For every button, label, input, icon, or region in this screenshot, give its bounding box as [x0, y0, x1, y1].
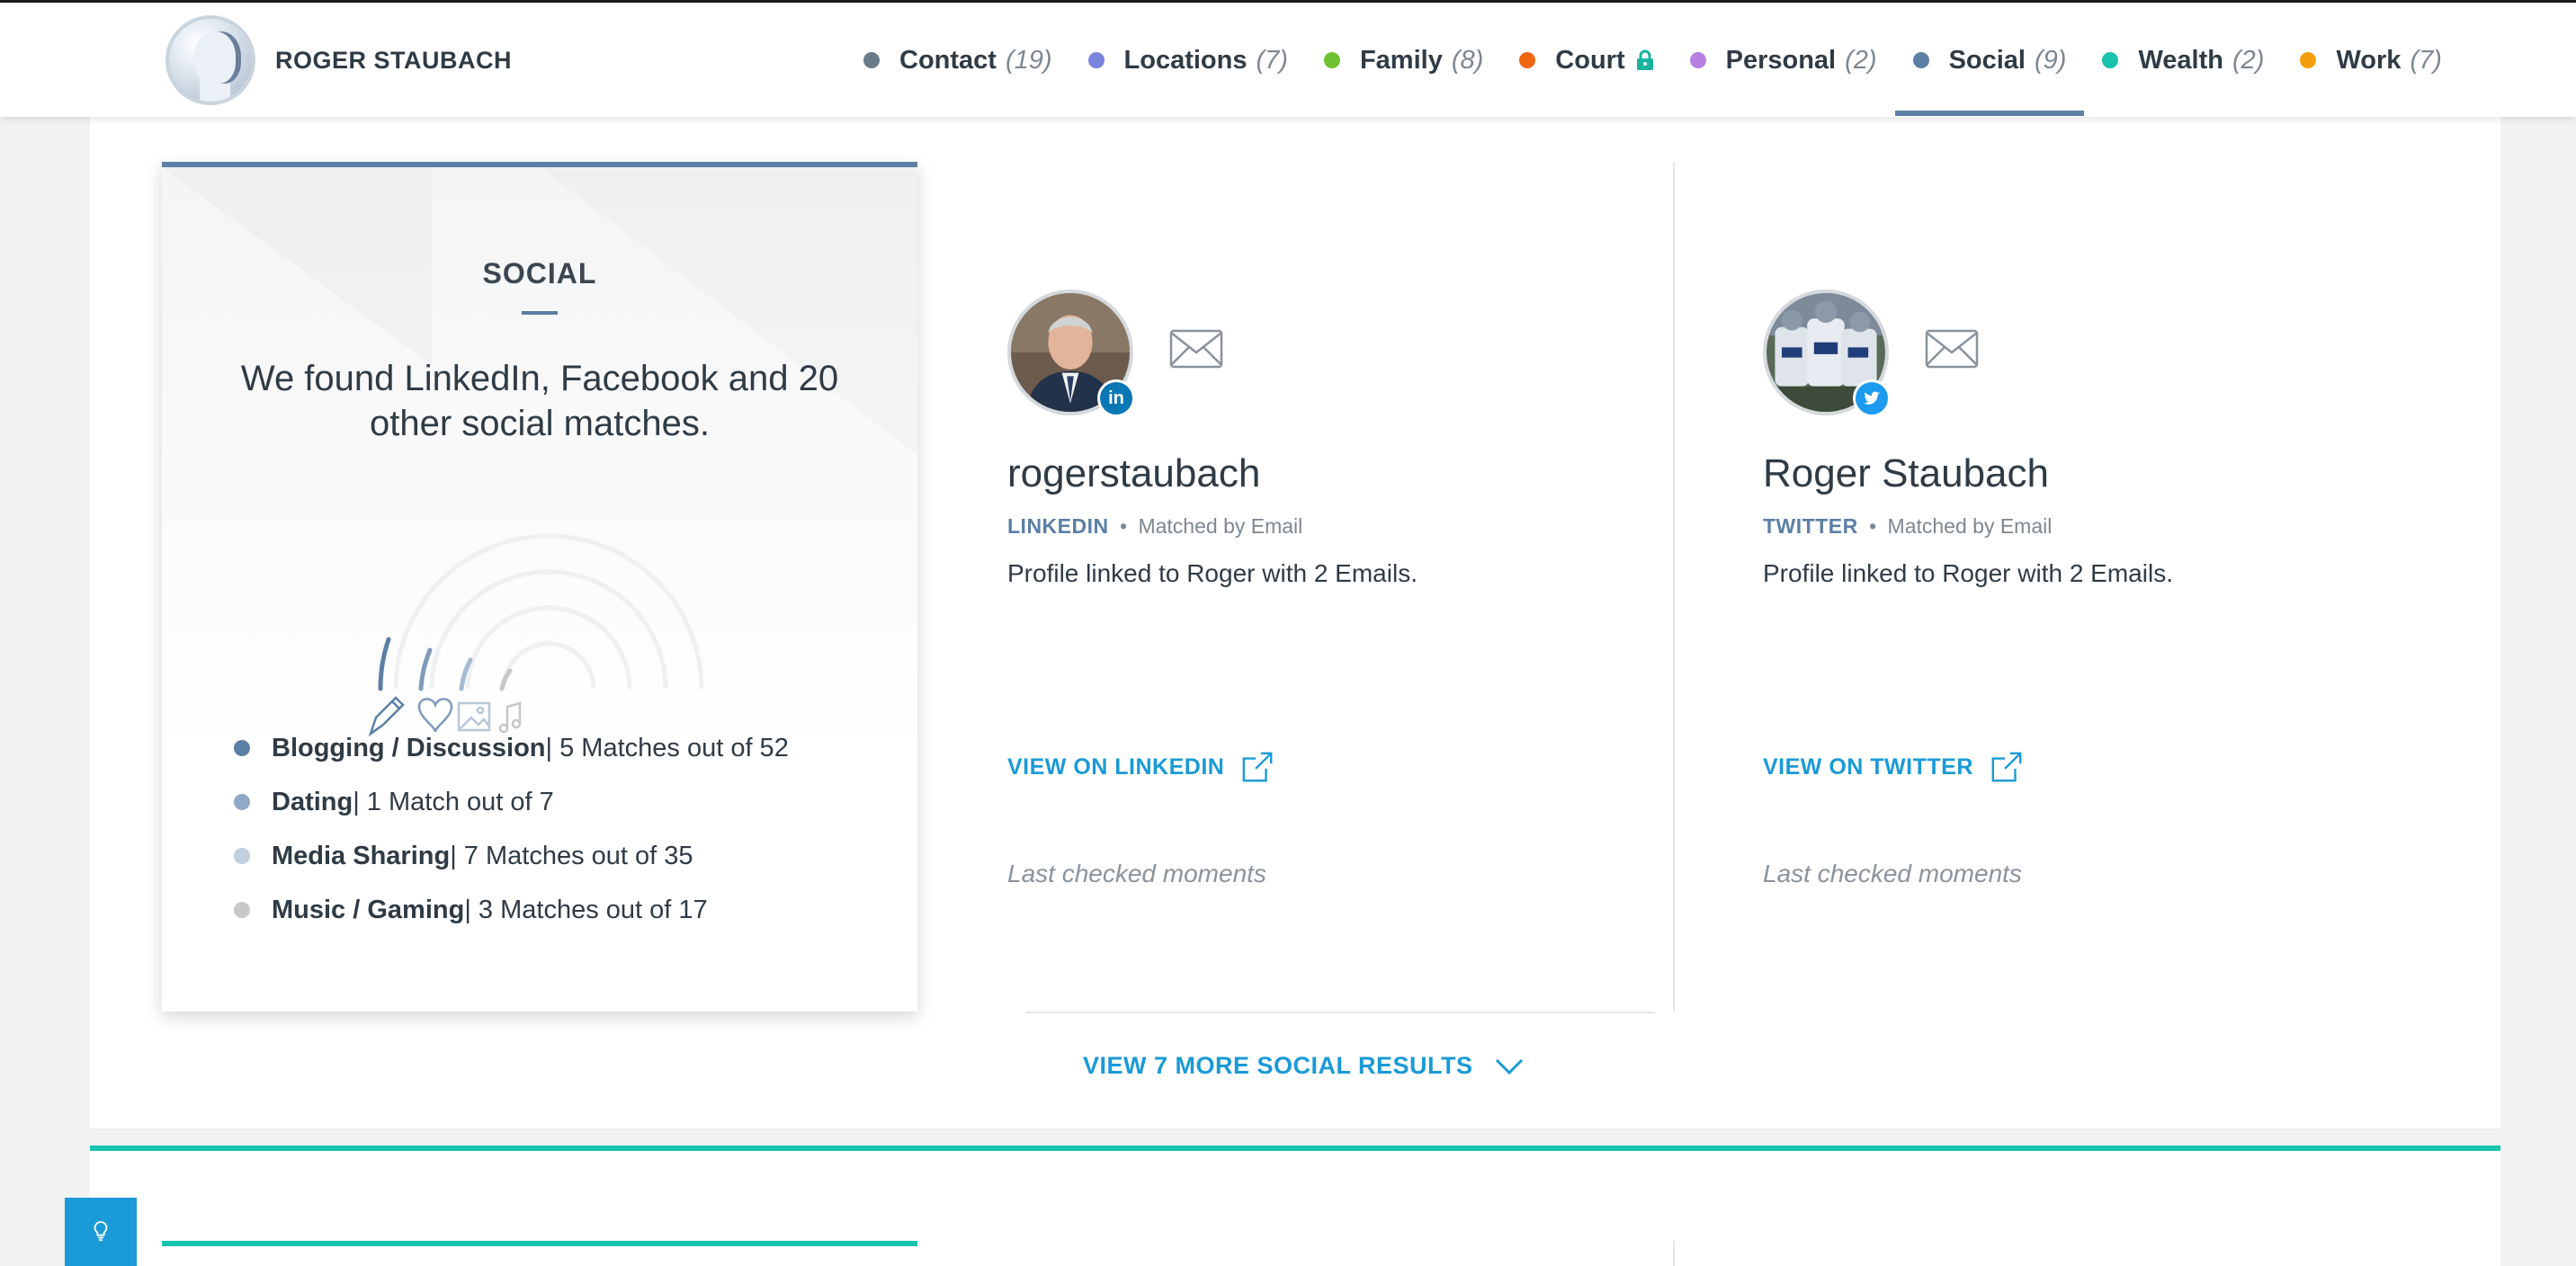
external-link-icon — [1242, 752, 1273, 782]
avatar — [165, 15, 255, 105]
personal-dot-icon — [1689, 52, 1706, 68]
nav-item-work[interactable]: Work (7) — [2282, 3, 2459, 118]
nav-label: Court — [1555, 45, 1625, 75]
linkedin-icon: in — [1097, 379, 1135, 417]
mail-icon[interactable] — [1925, 329, 1979, 369]
last-checked-text: Last checked moments — [1007, 860, 1266, 887]
lightbulb-icon — [94, 1221, 108, 1242]
profile-username: rogerstaubach — [1007, 451, 1261, 495]
title-underline — [522, 311, 558, 315]
blogging-dot-icon — [234, 740, 250, 756]
column-divider — [1673, 162, 1675, 1012]
match-type: Matched by Email — [1887, 514, 2053, 538]
music-gaming-dot-icon — [234, 902, 250, 918]
nav-label: Social — [1948, 45, 2026, 75]
profile-meta: TWITTER • Matched by Email — [1763, 514, 2052, 539]
category-legend: Blogging / Discussion | 5 Matches out of… — [234, 721, 789, 937]
last-checked-text: Last checked moments — [1763, 860, 2022, 887]
nav-count: (2) — [2232, 45, 2265, 75]
nav-count: (8) — [1451, 45, 1484, 75]
profile-username: Roger Staubach — [1763, 451, 2049, 495]
nav-count: (7) — [2410, 45, 2442, 75]
nav-count: (2) — [1845, 45, 1877, 75]
next-section — [90, 1151, 2500, 1266]
media-sharing-dot-icon — [234, 848, 250, 864]
view-more-social-results-button[interactable]: VIEW 7 MORE SOCIAL RESULTS — [1083, 1052, 1524, 1080]
category-detail: | 5 Matches out of 52 — [545, 733, 789, 762]
legend-item: Media Sharing | 7 Matches out of 35 — [234, 829, 789, 883]
profile-description: Profile linked to Roger with 2 Emails. — [1763, 559, 2173, 587]
profile-card-twitter: Roger Staubach TWITTER • Matched by Emai… — [1763, 290, 2446, 1009]
wealth-dot-icon — [2102, 52, 2119, 68]
summary-text: We found LinkedIn, Facebook and 20 other… — [240, 359, 839, 443]
social-section: SOCIAL We found LinkedIn, Facebook and 2… — [90, 117, 2500, 1128]
nav-item-locations[interactable]: Locations (7) — [1070, 3, 1306, 118]
external-link-icon — [1991, 752, 2022, 782]
family-dot-icon — [1323, 52, 1340, 68]
column-divider — [1673, 1241, 1675, 1266]
view-on-twitter-link[interactable]: VIEW ON TWITTER — [1763, 750, 2024, 784]
profile-description: Profile linked to Roger with 2 Emails. — [1007, 559, 1418, 587]
social-summary-card: SOCIAL We found LinkedIn, Facebook and 2… — [162, 162, 917, 1012]
meta-separator: • — [1120, 514, 1128, 538]
link-label: VIEW ON LINKEDIN — [1007, 753, 1225, 780]
category-detail: | 1 Match out of 7 — [353, 787, 554, 816]
contact-dot-icon — [863, 52, 880, 68]
nav-item-social[interactable]: Social (9) — [1894, 3, 2085, 118]
match-type: Matched by Email — [1138, 514, 1303, 538]
nav-label: Work — [2336, 45, 2402, 75]
link-label: VIEW ON TWITTER — [1763, 753, 1973, 780]
court-dot-icon — [1519, 52, 1536, 68]
legend-item: Music / Gaming | 3 Matches out of 17 — [234, 883, 789, 937]
nav-label: Wealth — [2138, 45, 2223, 75]
network-label: TWITTER — [1763, 514, 1858, 538]
social-dot-icon — [1912, 52, 1929, 68]
chevron-down-icon — [1495, 1058, 1523, 1074]
nav-label: Contact — [899, 45, 997, 75]
section-nav: Contact (19) Locations (7) Family (8) Co… — [845, 3, 2460, 118]
work-dot-icon — [2300, 52, 2317, 68]
category-name: Dating — [272, 787, 353, 816]
category-detail: | 7 Matches out of 35 — [450, 841, 693, 870]
category-detail: | 3 Matches out of 17 — [464, 895, 708, 924]
nav-label: Locations — [1123, 45, 1248, 75]
nav-item-family[interactable]: Family (8) — [1306, 3, 1501, 118]
nav-count: (19) — [1005, 45, 1052, 75]
more-divider — [1025, 1012, 1655, 1013]
nav-count: (9) — [2035, 45, 2067, 75]
nav-label: Family — [1359, 45, 1443, 75]
section-title: SOCIAL — [482, 257, 597, 290]
top-navigation-bar: ROGER STAUBACH Contact (19) Locations (7… — [0, 0, 2576, 117]
network-label: LINKEDIN — [1007, 514, 1109, 538]
lock-icon — [1636, 49, 1653, 70]
category-name: Media Sharing — [272, 841, 451, 870]
nav-label: Personal — [1725, 45, 1837, 75]
meta-separator: • — [1869, 514, 1877, 538]
nav-count: (7) — [1256, 45, 1288, 75]
nav-item-contact[interactable]: Contact (19) — [845, 3, 1070, 118]
category-name: Blogging / Discussion — [272, 733, 546, 762]
category-name: Music / Gaming — [272, 895, 465, 924]
next-card-top-bar — [162, 1241, 917, 1246]
dating-dot-icon — [234, 794, 250, 810]
nav-item-personal[interactable]: Personal (2) — [1672, 3, 1895, 118]
profile-brand[interactable]: ROGER STAUBACH — [165, 15, 512, 105]
profile-meta: LINKEDIN • Matched by Email — [1007, 514, 1302, 539]
legend-item: Blogging / Discussion | 5 Matches out of… — [234, 721, 789, 775]
view-on-linkedin-link[interactable]: VIEW ON LINKEDIN — [1007, 750, 1275, 784]
profile-card-linkedin: in rogerstaubach LINKEDIN • Matched by E… — [1007, 290, 1691, 1009]
twitter-icon — [1853, 379, 1891, 417]
locations-dot-icon — [1087, 52, 1105, 68]
nav-item-wealth[interactable]: Wealth (2) — [2084, 3, 2282, 118]
nav-item-court[interactable]: Court — [1501, 3, 1671, 118]
person-name: ROGER STAUBACH — [275, 46, 512, 74]
tips-button[interactable] — [65, 1198, 137, 1266]
mail-icon[interactable] — [1169, 329, 1223, 369]
more-label: VIEW 7 MORE SOCIAL RESULTS — [1083, 1052, 1473, 1079]
legend-item: Dating | 1 Match out of 7 — [234, 775, 789, 829]
